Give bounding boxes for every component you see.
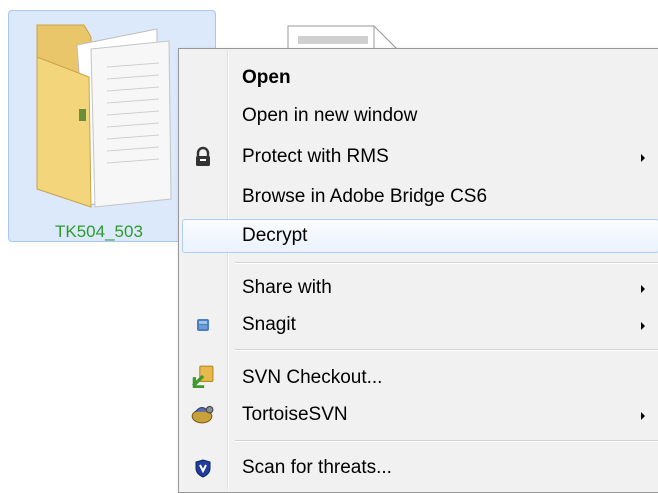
menu-separator: [235, 440, 658, 442]
menu-separator: [235, 262, 658, 264]
menu-item-open-new-window[interactable]: Open in new window: [182, 99, 658, 133]
menu-item-adobe-bridge[interactable]: Browse in Adobe Bridge CS6: [182, 180, 658, 214]
menu-item-snagit[interactable]: Snagit: [182, 308, 658, 342]
submenu-arrow-icon: [641, 285, 645, 293]
tortoisesvn-icon: [191, 405, 214, 424]
menu-item-decrypt[interactable]: Decrypt: [182, 219, 658, 253]
menu-item-protect-rms[interactable]: Protect with RMS: [182, 140, 658, 174]
menu-item-open[interactable]: Open: [182, 61, 658, 95]
menu-item-share-with[interactable]: Share with: [182, 271, 658, 305]
folder-icon: [36, 24, 172, 208]
submenu-arrow-icon: [641, 412, 645, 420]
submenu-arrow-icon: [641, 154, 645, 162]
snagit-icon: [197, 319, 209, 331]
submenu-arrow-icon: [641, 322, 645, 330]
menu-item-scan-threats[interactable]: Scan for threats...: [182, 451, 658, 485]
menu-item-tortoisesvn[interactable]: TortoiseSVN: [182, 398, 658, 432]
menu-separator: [235, 349, 658, 351]
context-menu: Open Open in new window Protect with RMS…: [178, 48, 658, 493]
folder-name-label: TK504_503: [55, 222, 143, 241]
rms-lock-icon: [196, 146, 210, 166]
menu-item-svn-checkout[interactable]: SVN Checkout...: [182, 361, 658, 395]
svn-checkout-icon: [192, 365, 214, 388]
shield-scan-icon: [195, 459, 211, 478]
